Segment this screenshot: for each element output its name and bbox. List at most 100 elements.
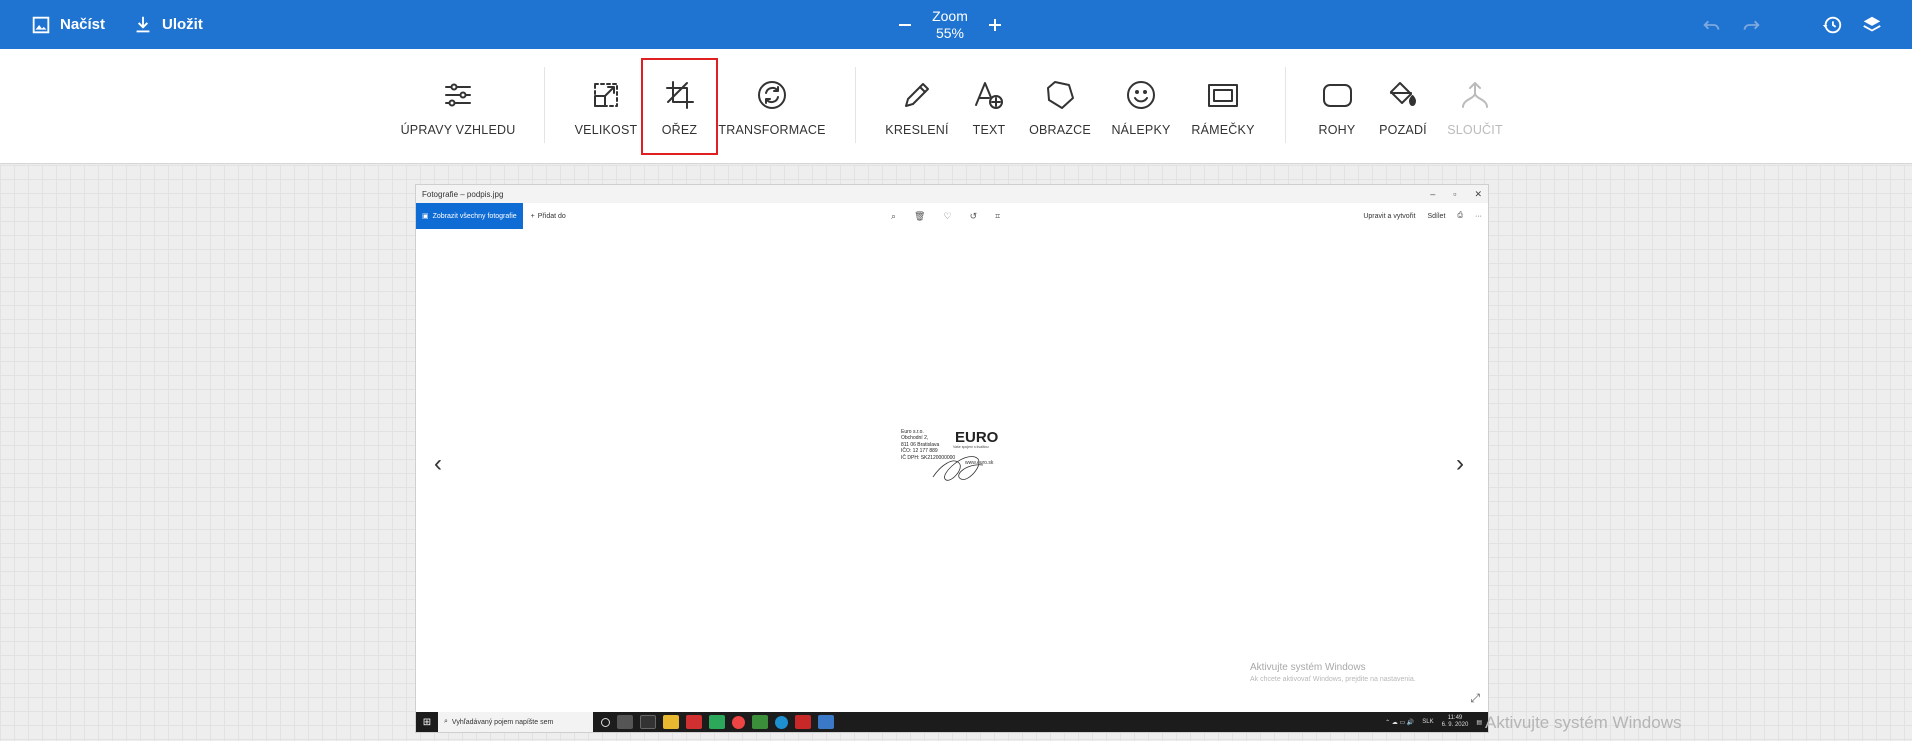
- zoom-out-button[interactable]: [895, 15, 915, 35]
- redo-icon: [1743, 20, 1760, 30]
- tool-adjust[interactable]: ÚPRAVY VZHLEDU: [400, 49, 516, 164]
- tool-label: SLOUČIT: [1447, 123, 1503, 137]
- tool-stickers[interactable]: NÁLEPKY: [1106, 49, 1176, 164]
- tool-transform[interactable]: TRANSFORMACE: [718, 49, 825, 164]
- resize-icon: [594, 83, 618, 107]
- chrome-icon: [732, 715, 745, 729]
- photos-icon: [818, 715, 834, 729]
- clock-date: 6. 9. 2020: [1441, 722, 1469, 728]
- tool-background[interactable]: POZADÍ: [1375, 49, 1431, 164]
- rotate-icon: [758, 81, 786, 109]
- app-icon: [795, 715, 811, 729]
- stamp-logo: EURO: [955, 429, 999, 446]
- plus-icon: [988, 18, 1001, 31]
- app-icon: [709, 715, 725, 729]
- tool-crop[interactable]: OŘEZ: [641, 58, 718, 155]
- terminal-icon: [640, 715, 656, 729]
- chevron-right-icon: ›: [1456, 450, 1464, 477]
- history-button[interactable]: [1821, 14, 1843, 36]
- add-to-label: Přidat do: [537, 212, 566, 220]
- tool-text[interactable]: TEXT: [963, 49, 1015, 164]
- rounded-corners-icon: [1323, 84, 1352, 107]
- history-icon: [1822, 16, 1842, 34]
- taskbar-clock: 11:49 6. 9. 2020: [1442, 715, 1469, 729]
- top-bar: Načíst Uložit Zoom 55%: [0, 0, 1912, 49]
- tool-merge[interactable]: SLOUČIT: [1444, 49, 1506, 164]
- tool-label: TEXT: [972, 123, 1006, 137]
- tray-icons: ⌃ ☁ ▭ 🔊: [1385, 719, 1415, 726]
- edge-icon: [775, 715, 788, 729]
- expand-icon: ⤢: [1470, 691, 1480, 705]
- all-photos-button: ▣ Zobrazit všechny fotografie: [416, 203, 523, 229]
- load-label: Načíst: [60, 16, 106, 33]
- close-icon: ✕: [1474, 188, 1482, 199]
- photo-window-commandbar: ▣ Zobrazit všechny fotografie + Přidat d…: [416, 203, 1488, 229]
- photo-window-titlebar: Fotografie – podpis.jpg – ▫ ✕: [416, 185, 1488, 203]
- tool-shapes[interactable]: OBRAZCE: [1027, 49, 1093, 164]
- zoom-icon: ⌕: [891, 210, 897, 221]
- windows-taskbar: ⊞ ⌕ Vyhľadávaný pojem napíšte sem ⌃ ☁ ▭ …: [416, 712, 1488, 732]
- save-button[interactable]: Uložit: [132, 0, 203, 49]
- edited-image[interactable]: Fotografie – podpis.jpg – ▫ ✕ ▣ Zobrazit…: [415, 184, 1489, 733]
- photo-actions: Upravit a vytvořit Sdílet ⎙ ···: [1363, 203, 1482, 229]
- share-label: Sdílet: [1427, 212, 1446, 220]
- crop-icon: [665, 81, 694, 109]
- tool-label: VELIKOST: [574, 123, 638, 137]
- heart-icon: ♡: [943, 210, 952, 221]
- undo-button[interactable]: [1701, 14, 1723, 36]
- frame-icon: [1208, 84, 1238, 107]
- tool-draw[interactable]: KRESLENÍ: [883, 49, 951, 164]
- load-button[interactable]: Načíst: [30, 0, 105, 49]
- save-label: Uložit: [162, 16, 203, 33]
- undo-icon: [1703, 20, 1720, 30]
- cortana-icon: [601, 717, 610, 727]
- notification-icon: ▤: [1476, 719, 1482, 726]
- plus-icon: +: [530, 212, 535, 220]
- minus-icon: [899, 23, 911, 26]
- zoom-in-button[interactable]: [985, 15, 1005, 35]
- activation-watermark: Aktivujte systém Windows: [1485, 713, 1682, 732]
- activation-subtitle: Ak chcete aktivovať Windows, prejdite na…: [1250, 676, 1416, 683]
- tool-corners[interactable]: ROHY: [1312, 49, 1362, 164]
- shape-icon: [1047, 81, 1074, 109]
- zoom-control: Zoom 55%: [895, 0, 1005, 49]
- tool-label: ROHY: [1318, 123, 1356, 137]
- tray-language: SLK: [1422, 719, 1434, 725]
- minimize-icon: –: [1430, 188, 1436, 199]
- tool-label: KRESLENÍ: [885, 123, 949, 137]
- windows-start-icon: ⊞: [422, 716, 432, 728]
- excel-icon: [752, 715, 768, 729]
- edit-create-label: Upravit a vytvořit: [1363, 212, 1416, 220]
- app-icon: [686, 715, 702, 729]
- taskbar-search-placeholder: Vyhľadávaný pojem napíšte sem: [451, 718, 554, 726]
- search-icon: ⌕: [444, 718, 448, 725]
- photo-tools: ⌕ 🗑 ♡ ↺ ⌗: [891, 203, 1000, 229]
- taskbar-search: ⌕ Vyhľadávaný pojem napíšte sem: [438, 712, 593, 732]
- folder-icon: [663, 715, 679, 729]
- zoom-value: 55%: [935, 24, 964, 41]
- pencil-icon: [905, 83, 929, 107]
- chevron-left-icon: ‹: [434, 450, 442, 477]
- tool-resize[interactable]: VELIKOST: [574, 49, 638, 164]
- taskbar-apps: [601, 715, 834, 729]
- print-icon: ⎙: [1457, 212, 1463, 219]
- photo-window-title: Fotografie – podpis.jpg: [422, 189, 504, 199]
- tool-label: POZADÍ: [1379, 123, 1427, 137]
- tool-frames[interactable]: RÁMEČKY: [1188, 49, 1258, 164]
- download-icon: [136, 16, 150, 32]
- tool-label: OBRAZCE: [1029, 123, 1091, 137]
- tool-label: ÚPRAVY VZHLEDU: [400, 123, 516, 137]
- tool-label: RÁMEČKY: [1191, 123, 1255, 137]
- add-to-button: + Přidat do: [531, 213, 566, 220]
- activation-title: Aktivujte systém Windows: [1250, 662, 1366, 673]
- redo-button[interactable]: [1740, 14, 1762, 36]
- maximize-icon: ▫: [1453, 188, 1457, 199]
- separator: [544, 67, 545, 143]
- layers-icon: [1863, 16, 1881, 32]
- tool-label: OŘEZ: [661, 123, 698, 137]
- zoom-readout: Zoom 55%: [932, 8, 968, 42]
- sliders-icon: [445, 83, 471, 107]
- layers-button[interactable]: [1861, 14, 1883, 36]
- text-add-icon: [975, 82, 1003, 109]
- photo-icon: ▣: [422, 213, 429, 220]
